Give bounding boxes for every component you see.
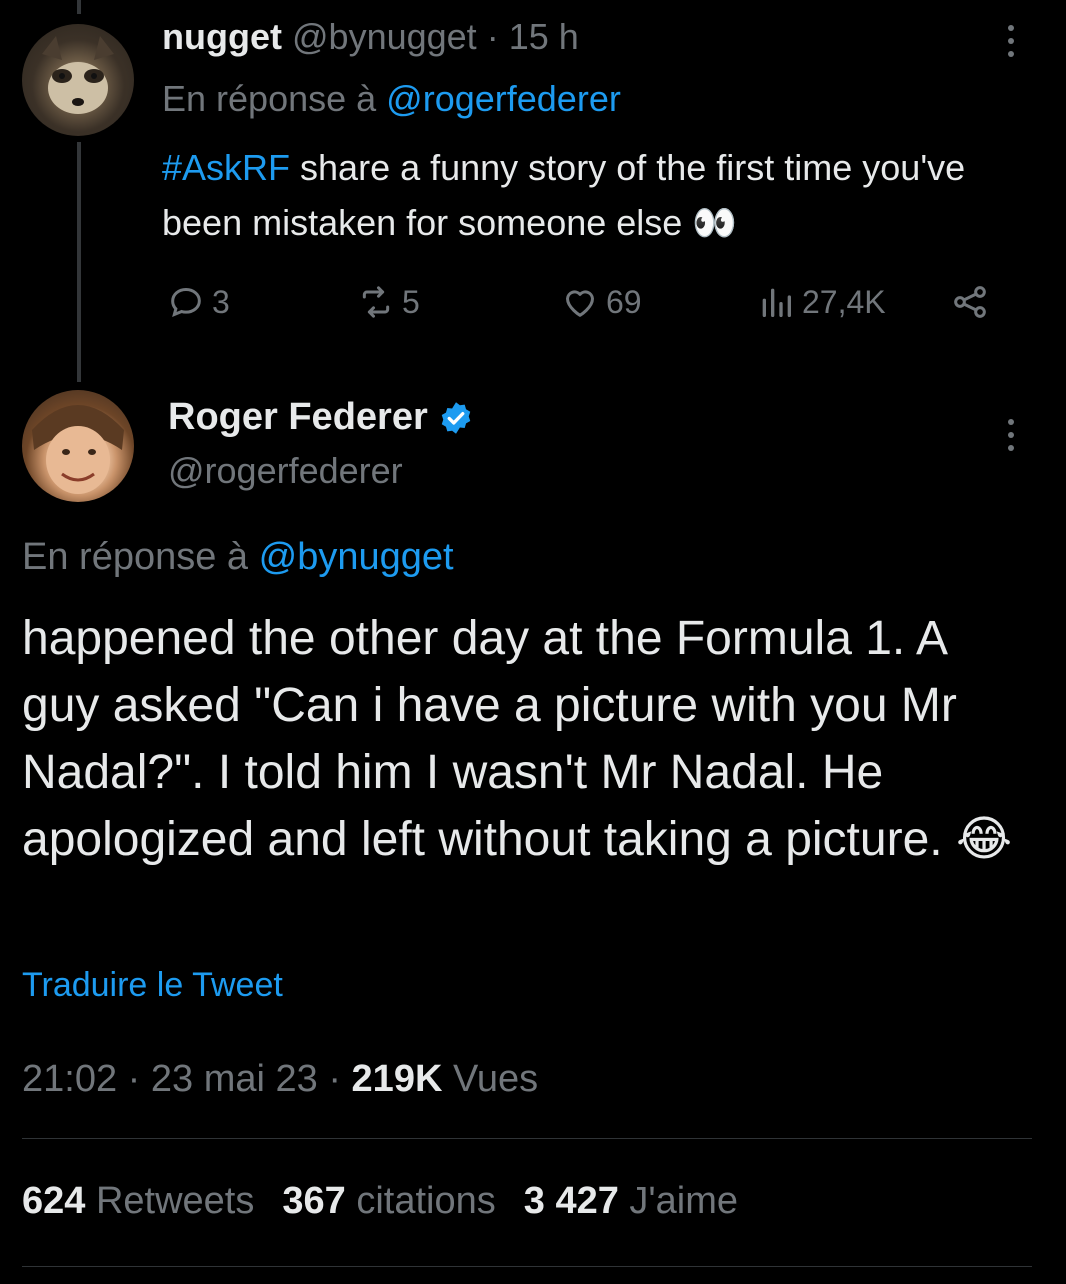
share-icon <box>954 286 986 318</box>
divider-bottom <box>22 1266 1032 1267</box>
reply-count: 3 <box>212 283 230 320</box>
meta-separator-1: · <box>117 1058 151 1100</box>
quotes-stat[interactable]: 367 citations <box>282 1180 495 1222</box>
more-options-icon[interactable] <box>996 16 1026 66</box>
quotes-total: 367 <box>282 1180 346 1222</box>
reply-prefix: En réponse à <box>162 78 377 119</box>
verified-badge-icon <box>441 401 470 434</box>
views-total: 219K <box>351 1058 443 1100</box>
reply-timestamp[interactable]: 15 h <box>509 16 579 57</box>
retweets-total: 624 <box>22 1180 86 1222</box>
header-separator: · <box>486 16 499 57</box>
tweet-date[interactable]: 23 mai 23 <box>151 1058 318 1100</box>
main-reply-to-mention[interactable]: @bynugget <box>259 536 454 578</box>
reply-context: En réponse à @rogerfederer <box>162 78 621 120</box>
like-button[interactable]: 69 <box>560 280 642 324</box>
engagement-stats: 624 Retweets 367 citations 3 427 J'aime <box>22 1180 738 1223</box>
retweets-label: Retweets <box>85 1180 255 1222</box>
tweet-text: happened the other day at the Formula 1.… <box>22 612 1013 866</box>
main-reply-context: En réponse à @bynugget <box>22 536 454 579</box>
views-icon <box>762 288 791 317</box>
reply-icon <box>171 287 201 318</box>
divider <box>22 1138 1032 1139</box>
author-name[interactable]: Roger Federer <box>168 396 428 439</box>
likes-total: 3 427 <box>523 1180 619 1222</box>
retweets-stat[interactable]: 624 Retweets <box>22 1180 254 1222</box>
views-label: Vues <box>442 1058 539 1100</box>
likes-label: J'aime <box>618 1180 739 1222</box>
tweet-time[interactable]: 21:02 <box>22 1058 117 1100</box>
thread-line <box>77 142 81 382</box>
like-count: 69 <box>606 283 642 320</box>
meta-separator-2: · <box>317 1058 352 1100</box>
reply-to-mention[interactable]: @rogerfederer <box>386 78 621 119</box>
retweet-icon <box>362 286 390 318</box>
retweet-count: 5 <box>402 283 420 320</box>
views-button[interactable]: 27,4K <box>756 280 886 324</box>
hashtag-link[interactable]: #AskRF <box>162 147 290 188</box>
reply-button[interactable]: 3 <box>166 280 230 324</box>
like-icon <box>566 290 594 317</box>
views-count: 27,4K <box>802 283 886 320</box>
author-handle[interactable]: @rogerfederer <box>168 450 403 492</box>
quotes-label: citations <box>345 1180 496 1222</box>
retweet-button[interactable]: 5 <box>356 280 420 324</box>
likes-stat[interactable]: 3 427 J'aime <box>524 1180 738 1222</box>
tweet-metadata: 21:02 · 23 mai 23 · 219K Vues <box>22 1058 538 1101</box>
author-name-row: Roger Federer <box>168 396 474 439</box>
reply-author-handle[interactable]: @bynugget <box>292 16 477 57</box>
tweet-more-options-icon[interactable] <box>996 410 1026 460</box>
rogerfederer-avatar[interactable] <box>22 390 134 502</box>
nugget-avatar[interactable] <box>22 24 134 136</box>
thread-line-top <box>77 0 81 14</box>
translate-tweet-link[interactable]: Traduire le Tweet <box>22 966 283 1005</box>
reply-tweet-header: nugget @bynugget · 15 h <box>162 16 579 58</box>
reply-author-name[interactable]: nugget <box>162 16 282 57</box>
share-button[interactable] <box>950 280 990 324</box>
main-reply-prefix: En réponse à <box>22 536 249 578</box>
reply-tweet-text: #AskRF share a funny story of the first … <box>162 140 1022 250</box>
